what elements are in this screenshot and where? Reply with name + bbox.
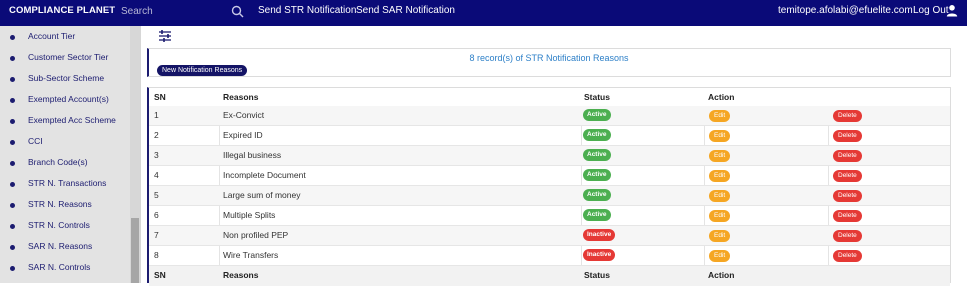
bullet-icon xyxy=(10,56,15,61)
col-header-sn[interactable]: SN xyxy=(154,92,166,102)
sidebar-item-sar-n-controls[interactable]: SAR N. Controls xyxy=(0,259,130,280)
col-header-action: Action xyxy=(708,92,735,102)
new-notification-reason-button[interactable]: New Notification Reasons xyxy=(157,65,248,76)
row-sn: 3 xyxy=(154,150,159,160)
table-row: 1 Ex-Convict Active Edit Delete xyxy=(149,106,950,126)
col-footer-status: Status xyxy=(584,270,610,280)
row-sn: 6 xyxy=(154,210,159,220)
delete-button[interactable]: Delete xyxy=(833,170,862,182)
bullet-icon xyxy=(10,245,15,250)
bullet-icon xyxy=(10,98,15,103)
sidebar-item-sub-sector-scheme[interactable]: Sub-Sector Scheme xyxy=(0,70,130,91)
bullet-icon xyxy=(10,266,15,271)
col-footer-sn: SN xyxy=(154,270,166,280)
brand-logo[interactable]: COMPLIANCE PLANET xyxy=(9,5,115,16)
send-str-notification-link[interactable]: Send STR Notification xyxy=(258,5,356,16)
sidebar-scrollbar-thumb[interactable] xyxy=(131,218,139,283)
row-sn: 7 xyxy=(154,230,159,240)
edit-button[interactable]: Edit xyxy=(709,210,731,222)
row-reason: Multiple Splits xyxy=(223,210,276,220)
status-badge: Active xyxy=(583,189,611,201)
col-footer-action: Action xyxy=(708,270,735,280)
table-row: 6 Multiple Splits Active Edit Delete xyxy=(149,206,950,226)
reasons-table: SN Reasons Status Action 1 Ex-Convict Ac… xyxy=(147,87,951,286)
bullet-icon xyxy=(10,161,15,166)
edit-button[interactable]: Edit xyxy=(709,170,731,182)
bullet-icon xyxy=(10,140,15,145)
table-row: 2 Expired ID Active Edit Delete xyxy=(149,126,950,146)
edit-button[interactable]: Edit xyxy=(709,150,731,162)
status-badge: Active xyxy=(583,129,611,141)
sidebar-item-str-n-reasons[interactable]: STR N. Reasons xyxy=(0,196,130,217)
edit-button[interactable]: Edit xyxy=(709,250,731,262)
sidebar-item-exempted-acc-scheme[interactable]: Exempted Acc Scheme xyxy=(0,112,130,133)
top-navbar: COMPLIANCE PLANET Send STR Notification … xyxy=(0,0,967,26)
sidebar-item-customer-sector-tier[interactable]: Customer Sector Tier xyxy=(0,49,130,70)
sidebar-item-branch-codes[interactable]: Branch Code(s) xyxy=(0,154,130,175)
bullet-icon xyxy=(10,77,15,82)
sidebar-item-str-n-controls[interactable]: STR N. Controls xyxy=(0,217,130,238)
sidebar-item-exempted-accounts[interactable]: Exempted Account(s) xyxy=(0,91,130,112)
col-header-status[interactable]: Status xyxy=(584,92,610,102)
user-icon[interactable] xyxy=(946,4,958,17)
sidebar-item-account-tier[interactable]: Account Tier xyxy=(0,28,130,49)
table-header-row: SN Reasons Status Action xyxy=(149,88,950,108)
col-header-reasons[interactable]: Reasons xyxy=(223,92,258,102)
delete-button[interactable]: Delete xyxy=(833,230,862,242)
sidebar-item-cci[interactable]: CCI xyxy=(0,133,130,154)
logout-link[interactable]: Log Out xyxy=(913,5,949,16)
row-reason: Non profiled PEP xyxy=(223,230,289,240)
sidebar-item-str-n-transactions[interactable]: STR N. Transactions xyxy=(0,175,130,196)
sidebar: Account Tier Customer Sector Tier Sub-Se… xyxy=(0,26,141,283)
table-row: 8 Wire Transfers Inactive Edit Delete xyxy=(149,246,950,266)
user-email: temitope.afolabi@efuelite.com xyxy=(778,5,913,16)
table-row: 3 Illegal business Active Edit Delete xyxy=(149,146,950,166)
col-footer-reasons: Reasons xyxy=(223,270,259,280)
table-row: 7 Non profiled PEP Inactive Edit Delete xyxy=(149,226,950,246)
bullet-icon xyxy=(10,119,15,124)
row-reason: Illegal business xyxy=(223,150,282,160)
row-reason: Ex-Convict xyxy=(223,110,265,120)
row-reason: Large sum of money xyxy=(223,190,301,200)
table-row: 5 Large sum of money Active Edit Delete xyxy=(149,186,950,206)
sliders-icon[interactable] xyxy=(158,30,172,42)
delete-button[interactable]: Delete xyxy=(833,110,862,122)
edit-button[interactable]: Edit xyxy=(709,230,731,242)
delete-button[interactable]: Delete xyxy=(833,130,862,142)
status-badge: Inactive xyxy=(583,229,616,241)
edit-button[interactable]: Edit xyxy=(709,110,731,122)
status-badge: Active xyxy=(583,169,611,181)
status-badge: Active xyxy=(583,109,611,121)
records-panel: 8 record(s) of STR Notification Reasons … xyxy=(147,48,951,77)
delete-button[interactable]: Delete xyxy=(833,150,862,162)
row-reason: Expired ID xyxy=(223,130,263,140)
bullet-icon xyxy=(10,203,15,208)
table-row: 4 Incomplete Document Active Edit Delete xyxy=(149,166,950,186)
row-sn: 5 xyxy=(154,190,159,200)
delete-button[interactable]: Delete xyxy=(833,210,862,222)
row-sn: 2 xyxy=(154,130,159,140)
bullet-icon xyxy=(10,35,15,40)
row-sn: 1 xyxy=(154,110,159,120)
bullet-icon xyxy=(10,224,15,229)
row-sn: 8 xyxy=(154,250,159,260)
search-icon[interactable] xyxy=(231,5,244,18)
send-sar-notification-link[interactable]: Send SAR Notification xyxy=(356,5,455,16)
status-badge: Inactive xyxy=(583,249,616,261)
delete-button[interactable]: Delete xyxy=(833,250,862,262)
row-reason: Wire Transfers xyxy=(223,250,279,260)
status-badge: Active xyxy=(583,149,611,161)
status-badge: Active xyxy=(583,209,611,221)
records-count: 8 record(s) of STR Notification Reasons xyxy=(469,53,629,63)
edit-button[interactable]: Edit xyxy=(709,130,731,142)
bullet-icon xyxy=(10,182,15,187)
table-footer-row: SN Reasons Status Action xyxy=(149,266,950,286)
sidebar-item-sar-n-reasons[interactable]: SAR N. Reasons xyxy=(0,238,130,259)
edit-button[interactable]: Edit xyxy=(709,190,731,202)
row-reason: Incomplete Document xyxy=(223,170,306,180)
delete-button[interactable]: Delete xyxy=(833,190,862,202)
row-sn: 4 xyxy=(154,170,159,180)
